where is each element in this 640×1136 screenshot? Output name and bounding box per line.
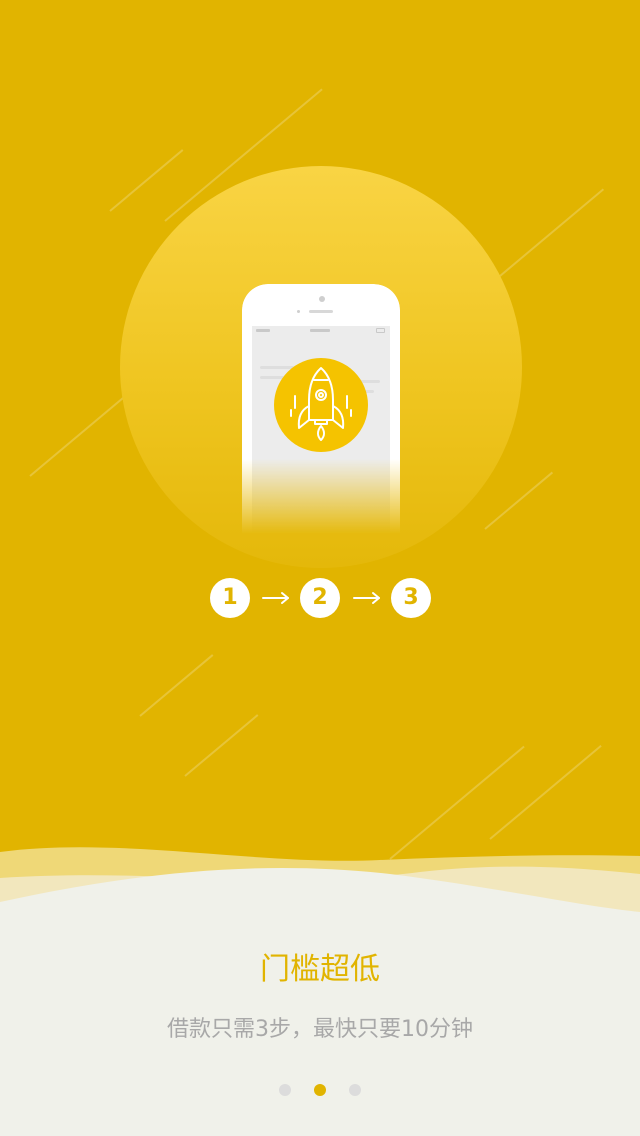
page-indicator-dot-1[interactable] [279,1084,291,1096]
page-indicator-dot-3[interactable] [349,1084,361,1096]
background-streak [484,471,554,530]
rocket-icon [290,367,352,441]
phone-speaker [309,310,333,313]
page-subtitle: 借款只需3步，最快只要10分钟 [167,1017,473,1042]
step-3-circle: 3 [391,578,431,618]
arrow-right-icon [353,592,380,604]
signal-icon [256,329,270,332]
page-title: 门槛超低 [260,952,380,987]
step-1-circle: 1 [210,578,250,618]
arrow-right-icon [262,592,289,604]
background-streak [499,188,605,277]
rocket-badge [274,358,368,452]
background-streak [139,654,214,717]
clock-placeholder [310,329,330,332]
battery-icon [376,328,385,333]
phone-status-bar [252,326,390,336]
phone-sensor [297,310,300,313]
background-streak [109,149,184,212]
page-indicator-dot-2-active[interactable] [314,1084,326,1096]
background-streak [184,714,259,777]
phone-camera [319,296,325,302]
step-2-circle: 2 [300,578,340,618]
